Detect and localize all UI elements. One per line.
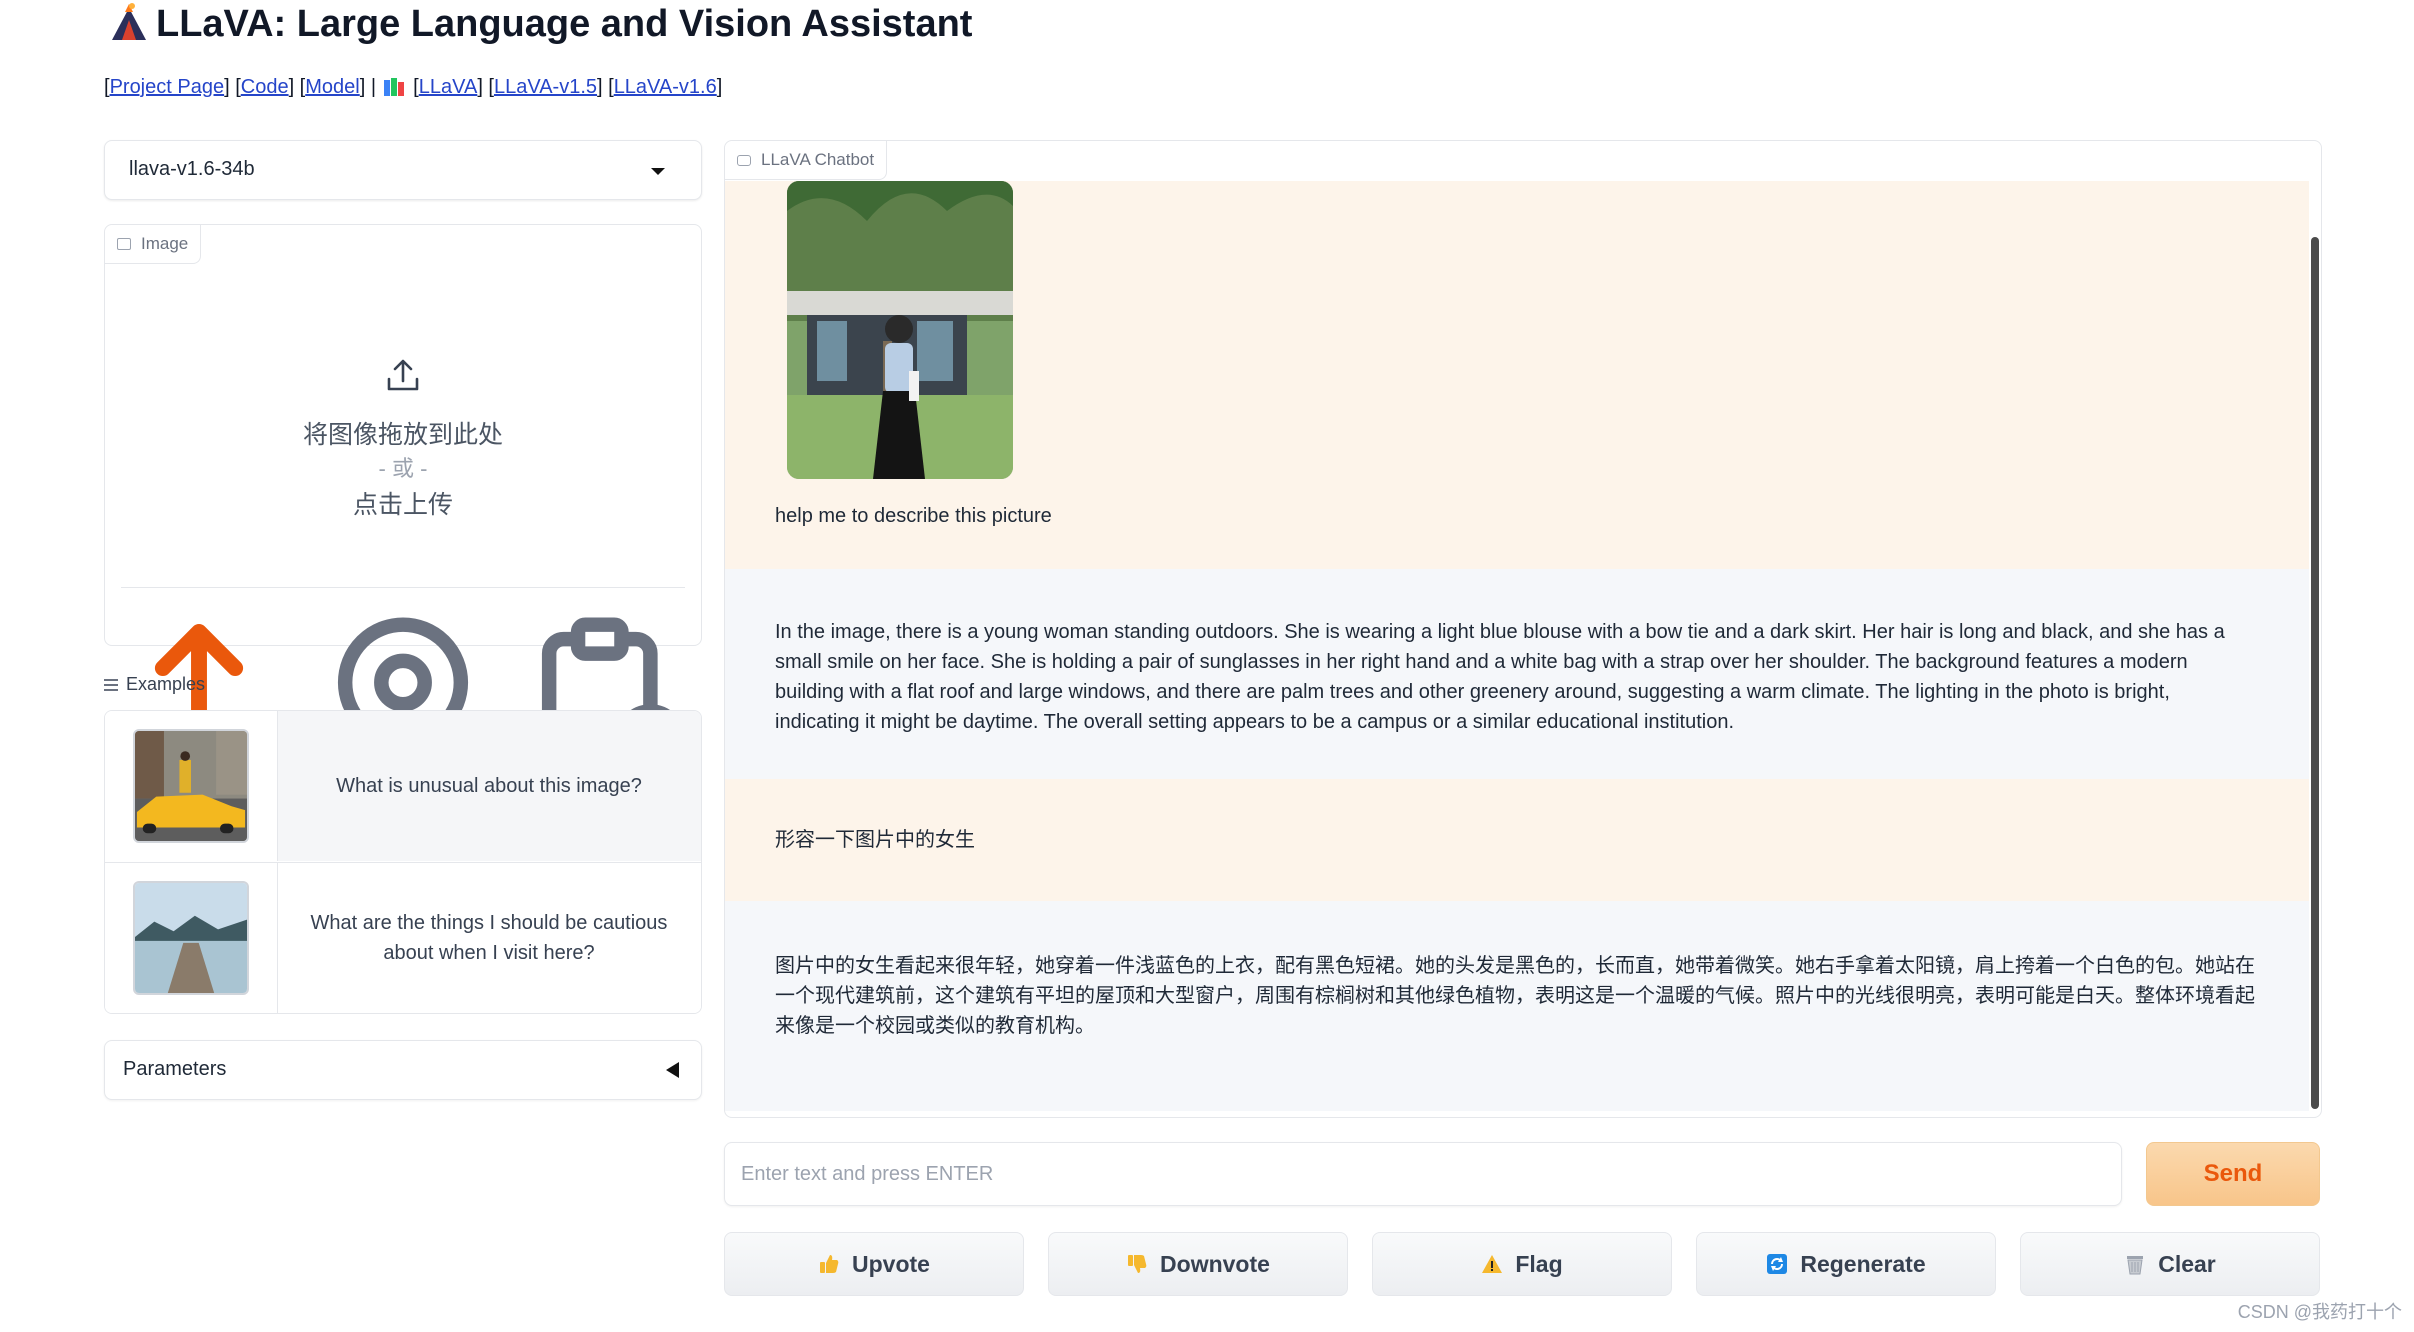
watermark-text: CSDN @我药打十个 — [2237, 1302, 2402, 1322]
example-thumbnail-taxi — [133, 729, 249, 843]
llava-link[interactable]: LLaVA — [419, 76, 478, 98]
drop-text: 将图像拖放到此处 — [302, 421, 503, 449]
click-upload-text: 点击上传 — [352, 491, 453, 519]
or-text: - 或 - — [378, 456, 428, 481]
example-row[interactable]: What is unusual about this image? — [105, 711, 701, 861]
upload-icon — [387, 359, 419, 391]
example-thumbnail-lake — [133, 881, 249, 995]
collapse-arrow-icon — [666, 1062, 679, 1078]
header-links: [Project Page] [Code] [Model] | [LLaVA] … — [104, 76, 723, 98]
chat-bubble-icon — [737, 154, 751, 166]
chat-message-bot: In the image, there is a young woman sta… — [725, 569, 2309, 779]
model-link[interactable]: Model — [305, 76, 359, 98]
code-link[interactable]: Code — [241, 76, 289, 98]
example-prompt: What is unusual about this image? — [336, 775, 642, 797]
image-upload-panel: Image 将图像拖放到此处 - 或 - 点击上传 — [104, 224, 702, 777]
send-button[interactable]: Send — [2146, 1142, 2320, 1206]
list-icon — [104, 678, 118, 691]
link-separator: | — [370, 76, 377, 98]
trash-icon — [2127, 1256, 2144, 1275]
chat-message-user: 形容一下图片中的女生 — [725, 779, 2309, 901]
thumbs-down-icon — [1128, 1255, 1147, 1273]
chat-message-user: help me to describe this picture — [725, 181, 2309, 607]
downvote-button[interactable]: Downvote — [1048, 1232, 1348, 1296]
image-icon — [117, 238, 131, 250]
examples-label: Examples — [104, 674, 205, 695]
parameters-label: Parameters — [123, 1058, 227, 1080]
image-drop-zone[interactable]: 将图像拖放到此处 - 或 - 点击上传 — [105, 265, 701, 565]
user-message-text: help me to describe this picture — [775, 505, 1052, 527]
example-prompt: What are the things I should be cautious… — [310, 912, 668, 964]
chatbot-label: LLaVA Chatbot — [725, 141, 888, 180]
image-panel-label: Image — [105, 225, 202, 264]
warning-icon — [1482, 1255, 1503, 1273]
refresh-icon — [1767, 1254, 1788, 1274]
chat-text-input[interactable] — [724, 1142, 2122, 1206]
chevron-down-icon — [651, 168, 665, 175]
chatbot-panel: help me to describe this picture In the … — [724, 140, 2322, 1118]
project-page-link[interactable]: Project Page — [110, 76, 225, 98]
chat-message-bot: 图片中的女生看起来很年轻，她穿着一件浅蓝色的上衣，配有黑色短裙。她的头发是黑色的… — [725, 901, 2309, 1111]
llava-v15-link[interactable]: LLaVA-v1.5 — [494, 76, 597, 98]
examples-table: What is unusual about this image? What a… — [104, 710, 702, 1014]
model-dropdown-value: llava-v1.6-34b — [129, 158, 255, 180]
example-thumb-cell — [105, 863, 278, 1013]
example-thumb-cell — [105, 711, 278, 861]
clear-button[interactable]: Clear — [2020, 1232, 2320, 1296]
regenerate-button[interactable]: Regenerate — [1696, 1232, 1996, 1296]
chat-scrollbar[interactable] — [2311, 237, 2319, 1109]
panel-divider — [121, 587, 685, 588]
page-title: LLaVA: Large Language and Vision Assista… — [156, 3, 973, 45]
books-icon — [383, 78, 406, 96]
model-dropdown[interactable]: llava-v1.6-34b — [104, 140, 702, 200]
thumbs-up-icon — [820, 1255, 839, 1273]
example-row[interactable]: What are the things I should be cautious… — [105, 862, 701, 1013]
parameters-accordion[interactable]: Parameters — [104, 1040, 702, 1100]
flag-button[interactable]: Flag — [1372, 1232, 1672, 1296]
upvote-button[interactable]: Upvote — [724, 1232, 1024, 1296]
bot-message-text: 图片中的女生看起来很年轻，她穿着一件浅蓝色的上衣，配有黑色短裙。她的头发是黑色的… — [775, 955, 2255, 1037]
bot-message-text: In the image, there is a young woman sta… — [775, 621, 2225, 733]
uploaded-photo — [787, 181, 1013, 479]
llava-v16-link[interactable]: LLaVA-v1.6 — [614, 76, 717, 98]
user-message-text: 形容一下图片中的女生 — [775, 829, 975, 851]
